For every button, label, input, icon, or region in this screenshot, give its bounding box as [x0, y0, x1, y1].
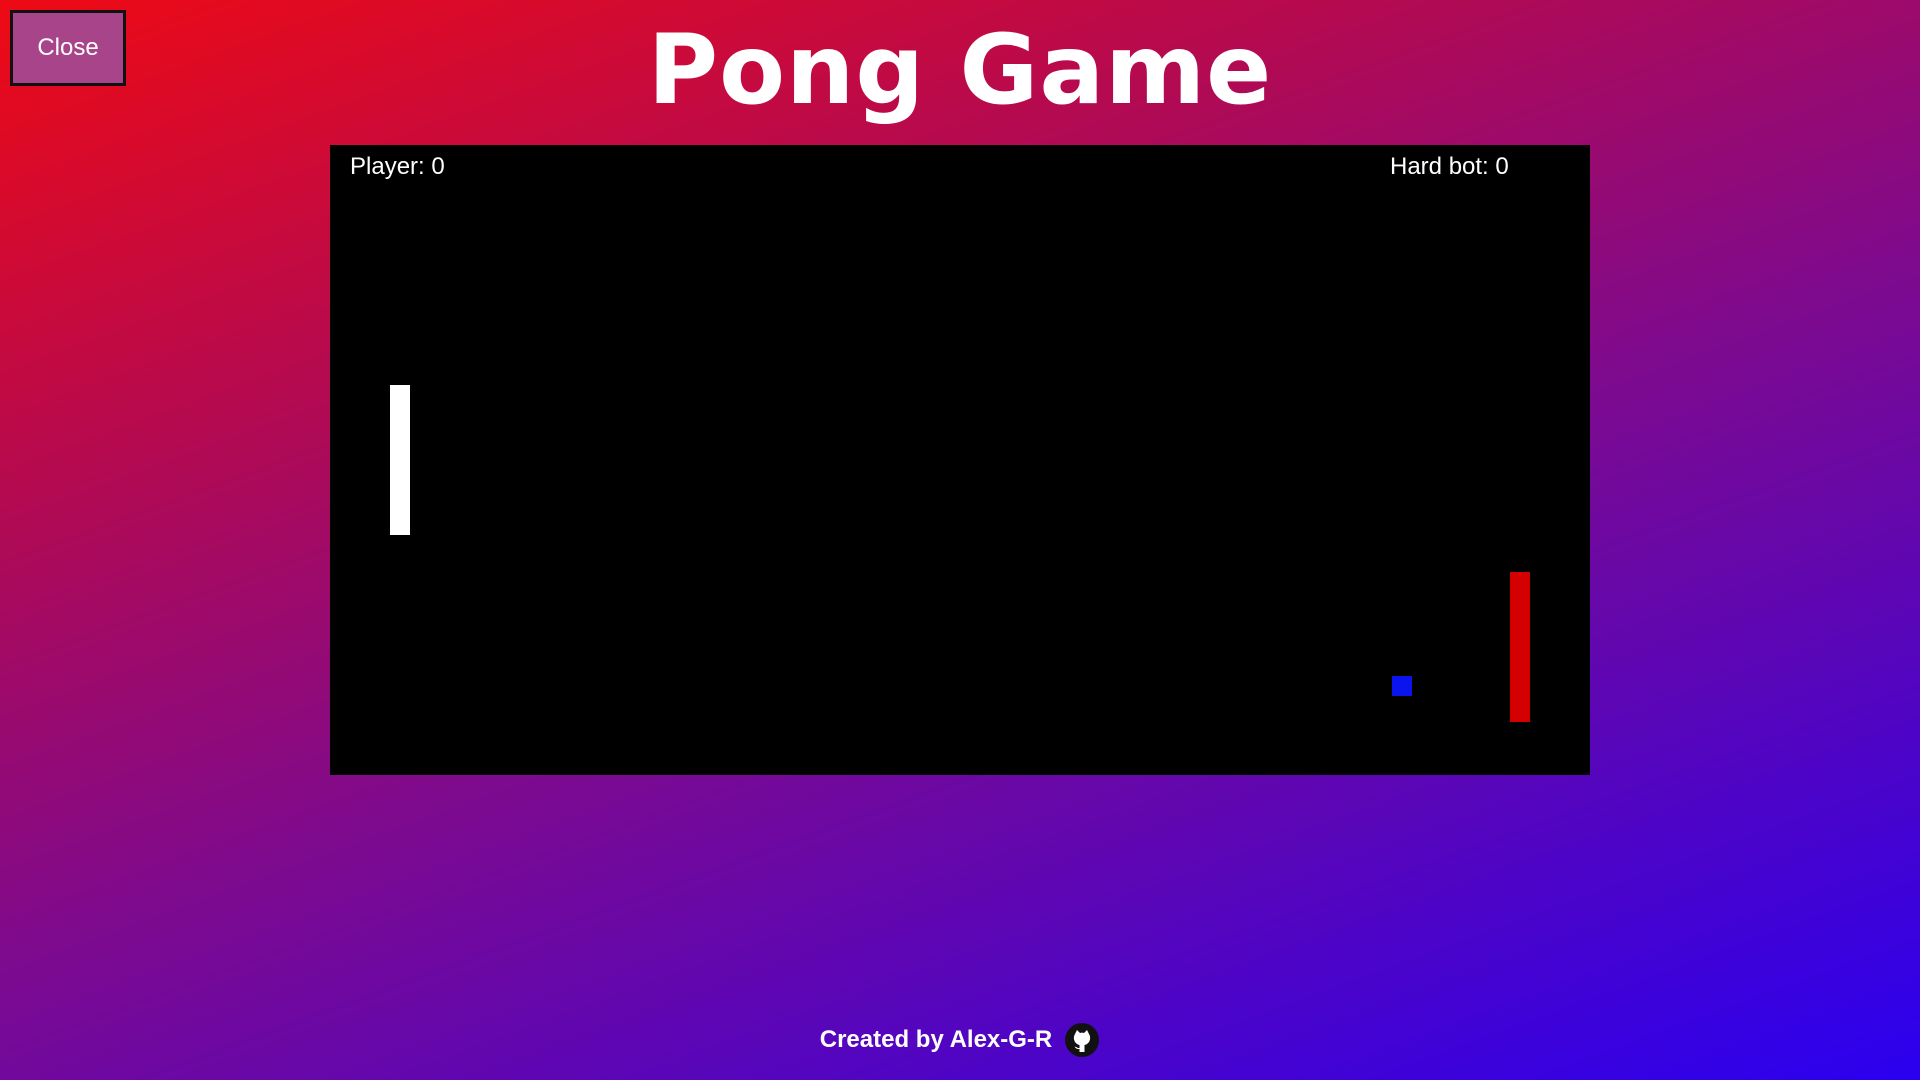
ball — [1392, 676, 1412, 696]
player-score: Player: 0 — [350, 153, 445, 180]
player-paddle[interactable] — [390, 385, 410, 535]
game-board[interactable]: Player: 0 Hard bot: 0 — [330, 145, 1590, 775]
page-title: Pong Game — [647, 14, 1273, 126]
bot-paddle — [1510, 572, 1530, 722]
footer: Created by Alex-G-R — [0, 1022, 1920, 1058]
bot-score: Hard bot: 0 — [1390, 153, 1509, 180]
github-icon[interactable] — [1064, 1022, 1100, 1058]
footer-credit: Created by Alex-G-R — [819, 1026, 1053, 1053]
